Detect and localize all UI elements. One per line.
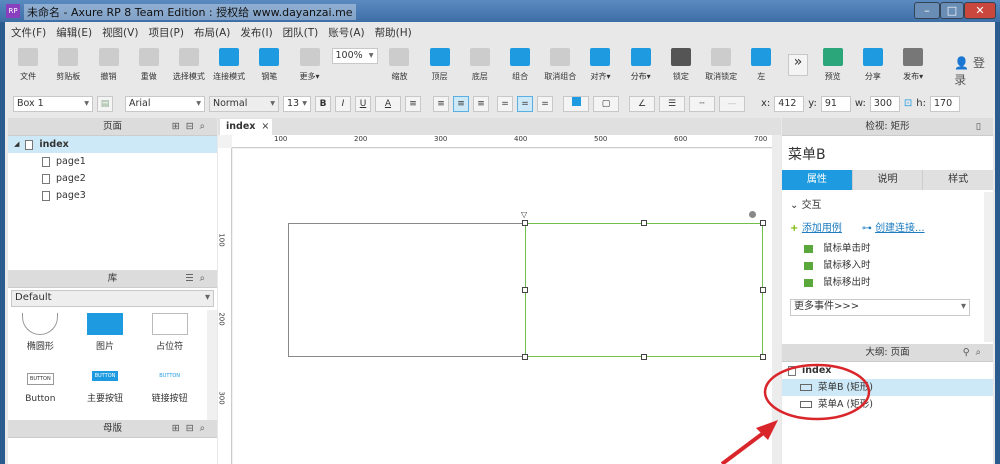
annotation-overlay — [720, 363, 871, 464]
red-circle-annotation — [763, 363, 871, 421]
